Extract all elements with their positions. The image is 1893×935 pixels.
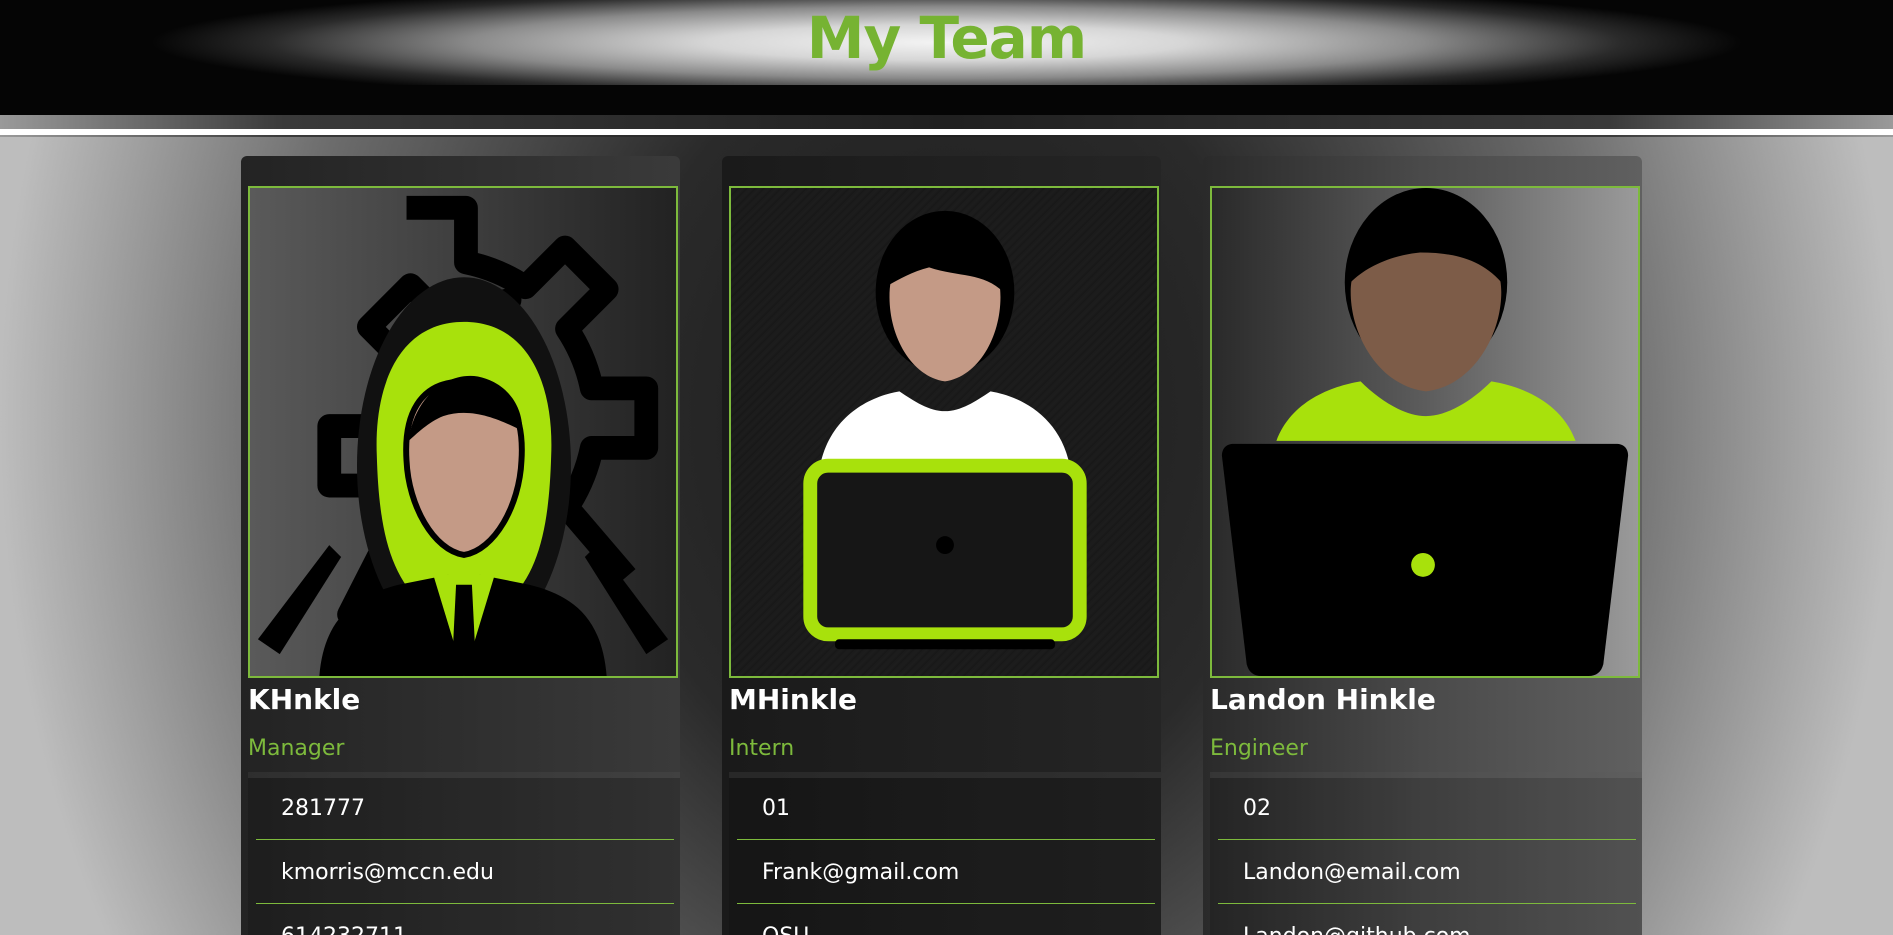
member-office-number: 614232711 <box>256 906 674 935</box>
member-id: 01 <box>737 778 1155 840</box>
member-id: 02 <box>1218 778 1636 840</box>
member-id: 281777 <box>256 778 674 840</box>
page-title: My Team <box>806 4 1088 72</box>
info-list: 281777 kmorris@mccn.edu 614232711 <box>248 772 680 935</box>
member-school: OSU <box>737 906 1155 935</box>
info-list: 02 Landon@email.com Landon@github.com <box>1210 772 1642 935</box>
member-email-link[interactable]: Frank@gmail.com <box>737 842 1155 904</box>
intern-avatar-icon <box>803 210 1087 650</box>
member-email-link[interactable]: Landon@email.com <box>1218 842 1636 904</box>
member-github-link[interactable]: Landon@github.com <box>1218 906 1636 935</box>
team-card-intern: MHinkle Intern 01 Frank@gmail.com OSU <box>722 156 1161 935</box>
info-list: 01 Frank@gmail.com OSU <box>729 772 1161 935</box>
member-role: Intern <box>729 736 795 761</box>
avatar-frame <box>1210 186 1640 678</box>
member-role: Manager <box>248 736 345 761</box>
member-name: Landon Hinkle <box>1210 683 1436 716</box>
member-role: Engineer <box>1210 736 1308 761</box>
member-name: MHinkle <box>729 683 858 716</box>
team-card-engineer: Landon Hinkle Engineer 02 Landon@email.c… <box>1203 156 1642 935</box>
avatar-frame <box>729 186 1159 678</box>
member-email-link[interactable]: kmorris@mccn.edu <box>256 842 674 904</box>
engineer-avatar-icon <box>1221 188 1629 676</box>
header: My Team <box>0 0 1893 115</box>
manager-avatar-icon <box>257 195 669 676</box>
header-divider <box>0 115 1893 137</box>
member-name: KHnkle <box>248 683 361 716</box>
avatar-frame <box>248 186 678 678</box>
team-card-manager: KHnkle Manager 281777 kmorris@mccn.edu 6… <box>241 156 680 935</box>
